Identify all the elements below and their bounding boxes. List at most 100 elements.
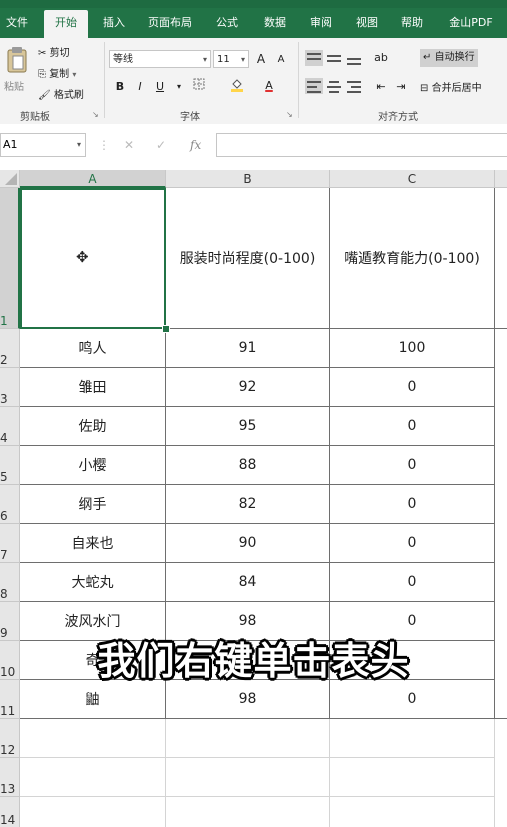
- row-header-5[interactable]: 5: [0, 446, 20, 485]
- copy-button[interactable]: ⎘ 复制 ▾: [38, 65, 76, 80]
- decrease-indent-button[interactable]: ⇤: [372, 78, 390, 96]
- table-cell-talk[interactable]: 0: [330, 524, 495, 563]
- table-cell-name[interactable]: 鸣人: [20, 329, 166, 368]
- tab-review[interactable]: 审阅: [304, 10, 338, 38]
- row-header-2[interactable]: 2: [0, 329, 20, 368]
- cell-c1[interactable]: 嘴遁教育能力(0-100): [330, 188, 495, 329]
- cancel-icon[interactable]: ✕: [124, 138, 134, 152]
- align-middle-button[interactable]: [325, 50, 343, 66]
- tab-insert[interactable]: 插入: [96, 10, 132, 38]
- ribbon-tab-bar: 文件 开始 插入 页面布局 公式 数据 审阅 视图 帮助 金山PDF: [0, 0, 507, 38]
- grow-font-button[interactable]: A: [252, 50, 270, 68]
- insert-function-icon[interactable]: fx: [190, 138, 201, 152]
- orientation-button[interactable]: ab: [372, 49, 390, 67]
- row-header-14[interactable]: 14: [0, 797, 20, 827]
- font-size-combo[interactable]: 11 ▾: [213, 50, 249, 68]
- format-painter-button[interactable]: 🖌 格式刷: [38, 86, 84, 101]
- row-header-11[interactable]: 11: [0, 680, 20, 719]
- empty-cell[interactable]: [20, 719, 166, 758]
- increase-indent-button[interactable]: ⇥: [392, 78, 410, 96]
- table-cell-talk[interactable]: 0: [330, 485, 495, 524]
- clipboard-group-label: 剪贴板: [20, 112, 50, 123]
- table-cell-name[interactable]: 大蛇丸: [20, 563, 166, 602]
- empty-cell[interactable]: [20, 797, 166, 827]
- font-launcher-icon[interactable]: ↘: [286, 110, 293, 119]
- table-cell-fashion[interactable]: 98: [166, 680, 330, 719]
- paste-button[interactable]: 粘贴: [4, 44, 30, 96]
- tab-page-layout[interactable]: 页面布局: [142, 10, 198, 38]
- empty-cell[interactable]: [166, 719, 330, 758]
- align-left-button[interactable]: [305, 78, 323, 94]
- enter-icon[interactable]: ✓: [156, 138, 166, 152]
- tab-help[interactable]: 帮助: [394, 10, 430, 38]
- table-cell-talk[interactable]: 0: [330, 680, 495, 719]
- row-header-8[interactable]: 8: [0, 563, 20, 602]
- align-center-button[interactable]: [325, 78, 343, 94]
- row-header-3[interactable]: 3: [0, 368, 20, 407]
- underline-button[interactable]: U: [151, 78, 169, 96]
- cut-button[interactable]: ✂ 剪切: [38, 44, 70, 59]
- row-header-1[interactable]: 1: [0, 188, 20, 329]
- fill-handle[interactable]: [162, 325, 170, 333]
- column-header-d[interactable]: [495, 170, 507, 188]
- row-header-7[interactable]: 7: [0, 524, 20, 563]
- table-cell-name[interactable]: 纲手: [20, 485, 166, 524]
- table-cell-talk[interactable]: 100: [330, 329, 495, 368]
- row-header-6[interactable]: 6: [0, 485, 20, 524]
- table-cell-fashion[interactable]: 88: [166, 446, 330, 485]
- tab-view[interactable]: 视图: [348, 10, 386, 38]
- table-cell-fashion[interactable]: 91: [166, 329, 330, 368]
- table-cell-talk[interactable]: 0: [330, 407, 495, 446]
- merge-center-button[interactable]: ⊟ 合并后居中: [420, 79, 482, 94]
- shrink-font-button[interactable]: A: [272, 51, 290, 69]
- cell-d1[interactable]: [495, 188, 507, 329]
- font-color-button[interactable]: A: [260, 77, 278, 95]
- clipboard-launcher-icon[interactable]: ↘: [92, 110, 99, 119]
- row-header-12[interactable]: 12: [0, 719, 20, 758]
- table-cell-fashion[interactable]: 82: [166, 485, 330, 524]
- column-header-a[interactable]: A: [20, 170, 166, 188]
- select-all-corner[interactable]: [0, 170, 20, 188]
- empty-cell[interactable]: [166, 797, 330, 827]
- clipboard-icon: [7, 47, 27, 73]
- table-cell-fashion[interactable]: 95: [166, 407, 330, 446]
- table-cell-talk[interactable]: 0: [330, 563, 495, 602]
- align-bottom-button[interactable]: [345, 50, 363, 66]
- formula-input[interactable]: [216, 133, 507, 157]
- bold-button[interactable]: B: [111, 78, 129, 96]
- fill-color-button[interactable]: [228, 78, 246, 96]
- tab-formulas[interactable]: 公式: [208, 10, 246, 38]
- empty-cell[interactable]: [330, 797, 495, 827]
- italic-button[interactable]: I: [131, 78, 149, 96]
- table-cell-name[interactable]: 小樱: [20, 446, 166, 485]
- row-header-4[interactable]: 4: [0, 407, 20, 446]
- wrap-text-button[interactable]: ↵ 自动换行: [420, 49, 478, 67]
- table-cell-name[interactable]: 佐助: [20, 407, 166, 446]
- table-cell-fashion[interactable]: 92: [166, 368, 330, 407]
- table-cell-name[interactable]: 自来也: [20, 524, 166, 563]
- tab-wps-pdf[interactable]: 金山PDF: [440, 10, 502, 38]
- empty-cell[interactable]: [166, 758, 330, 797]
- empty-cell[interactable]: [20, 758, 166, 797]
- tab-data[interactable]: 数据: [256, 10, 294, 38]
- align-right-button[interactable]: [345, 78, 363, 94]
- table-cell-talk[interactable]: 0: [330, 368, 495, 407]
- row-header-13[interactable]: 13: [0, 758, 20, 797]
- column-header-c[interactable]: C: [330, 170, 495, 188]
- chevron-down-icon[interactable]: ▾: [170, 78, 188, 96]
- align-top-button[interactable]: [305, 50, 323, 66]
- column-header-b[interactable]: B: [166, 170, 330, 188]
- table-cell-talk[interactable]: 0: [330, 446, 495, 485]
- table-cell-fashion[interactable]: 84: [166, 563, 330, 602]
- tab-home[interactable]: 开始: [44, 10, 88, 38]
- table-cell-name[interactable]: 鼬: [20, 680, 166, 719]
- border-button[interactable]: [190, 78, 208, 96]
- table-cell-name[interactable]: 雏田: [20, 368, 166, 407]
- font-name-combo[interactable]: 等线 ▾: [109, 50, 211, 68]
- table-cell-fashion[interactable]: 90: [166, 524, 330, 563]
- empty-cell[interactable]: [330, 719, 495, 758]
- name-box[interactable]: A1 ▾: [0, 133, 86, 157]
- empty-cell[interactable]: [330, 758, 495, 797]
- cell-b1[interactable]: 服装时尚程度(0-100): [166, 188, 330, 329]
- tab-file[interactable]: 文件: [0, 10, 34, 38]
